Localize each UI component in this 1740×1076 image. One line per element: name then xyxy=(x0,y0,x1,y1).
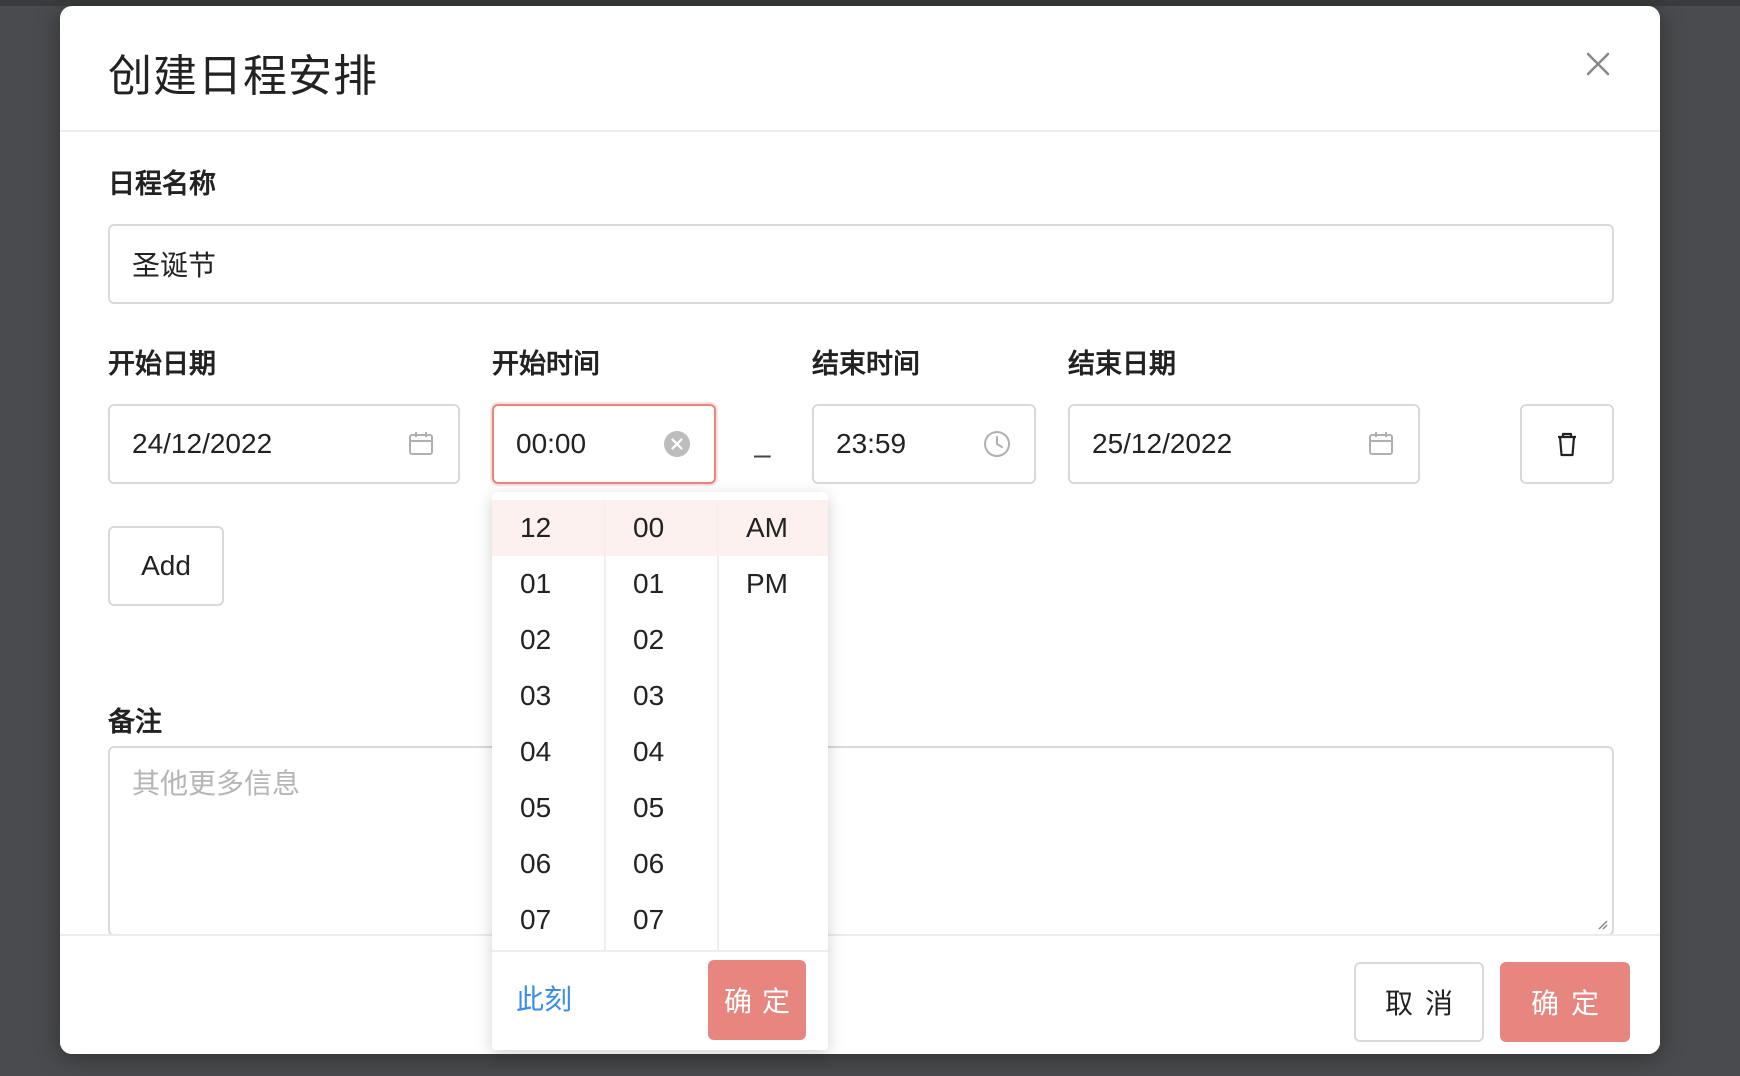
add-button[interactable]: Add xyxy=(108,526,224,606)
hour-option[interactable]: 02 xyxy=(492,612,604,668)
end-time-value: 23:59 xyxy=(836,428,907,459)
start-date-input[interactable]: 24/12/2022 xyxy=(108,404,460,484)
end-time-input[interactable]: 23:59 xyxy=(812,404,1036,484)
calendar-icon xyxy=(409,432,433,455)
clear-circle-icon[interactable] xyxy=(662,429,692,459)
start-date-label: 开始日期 xyxy=(108,349,216,379)
hour-option[interactable]: 03 xyxy=(492,668,604,724)
close-button[interactable] xyxy=(1576,42,1620,86)
dialog-title: 创建日程安排 xyxy=(108,52,378,101)
meridiem-column[interactable]: AM PM xyxy=(718,500,828,950)
cancel-button[interactable]: 取消 xyxy=(1354,962,1484,1042)
hour-option[interactable]: 04 xyxy=(492,724,604,780)
hour-option[interactable]: 12 xyxy=(492,500,604,556)
end-date-label: 结束日期 xyxy=(1068,349,1176,379)
minute-option[interactable]: 06 xyxy=(605,836,717,892)
end-time-label: 结束时间 xyxy=(812,349,920,379)
dialog-footer: 取消 确定 xyxy=(60,934,1660,1054)
trash-icon xyxy=(1558,432,1576,457)
end-date-value: 25/12/2022 xyxy=(1092,428,1233,459)
calendar-icon xyxy=(1369,432,1393,455)
time-picker-footer: 此刻 确定 xyxy=(492,950,828,1050)
hour-option[interactable]: 05 xyxy=(492,780,604,836)
start-date-value: 24/12/2022 xyxy=(132,428,273,459)
dialog-header: 创建日程安排 xyxy=(60,6,1660,132)
hour-option[interactable]: 01 xyxy=(492,556,604,612)
start-time-label: 开始时间 xyxy=(492,349,600,379)
hour-column[interactable]: 12 01 02 03 04 05 06 07 xyxy=(492,500,606,950)
create-schedule-dialog: 创建日程安排 日程名称 圣诞节 开始日期 开始时间 结束时间 结束日期 24/1… xyxy=(60,6,1660,1054)
close-icon xyxy=(1586,52,1610,76)
hour-option[interactable]: 06 xyxy=(492,836,604,892)
notes-placeholder: 其他更多信息 xyxy=(132,768,301,799)
minute-option[interactable]: 00 xyxy=(605,500,717,556)
meridiem-option[interactable]: PM xyxy=(718,556,828,612)
name-input-value: 圣诞节 xyxy=(132,250,217,281)
minute-column[interactable]: 00 01 02 03 04 05 06 07 xyxy=(605,500,719,950)
now-link[interactable]: 此刻 xyxy=(516,978,572,1018)
confirm-button[interactable]: 确定 xyxy=(1500,962,1630,1042)
name-input[interactable]: 圣诞节 xyxy=(108,224,1614,304)
end-date-input[interactable]: 25/12/2022 xyxy=(1068,404,1420,484)
start-time-value: 00:00 xyxy=(516,428,587,459)
delete-row-button[interactable] xyxy=(1520,404,1614,484)
minute-option[interactable]: 07 xyxy=(605,892,717,948)
time-picker-ok-button[interactable]: 确定 xyxy=(708,960,806,1040)
hour-option[interactable]: 07 xyxy=(492,892,604,948)
minute-option[interactable]: 04 xyxy=(605,724,717,780)
notes-label: 备注 xyxy=(108,707,162,737)
name-label: 日程名称 xyxy=(108,169,216,199)
minute-option[interactable]: 02 xyxy=(605,612,717,668)
minute-option[interactable]: 03 xyxy=(605,668,717,724)
start-time-input[interactable]: 00:00 xyxy=(492,404,716,484)
time-picker-panel: 12 01 02 03 04 05 06 07 00 01 02 03 04 0… xyxy=(492,492,828,1050)
resize-grip-icon[interactable] xyxy=(1594,916,1608,930)
minute-option[interactable]: 01 xyxy=(605,556,717,612)
meridiem-option[interactable]: AM xyxy=(718,500,828,556)
clock-icon xyxy=(984,431,1010,457)
notes-textarea[interactable]: 其他更多信息 xyxy=(108,746,1614,936)
time-range-separator: – xyxy=(754,438,771,471)
minute-option[interactable]: 05 xyxy=(605,780,717,836)
